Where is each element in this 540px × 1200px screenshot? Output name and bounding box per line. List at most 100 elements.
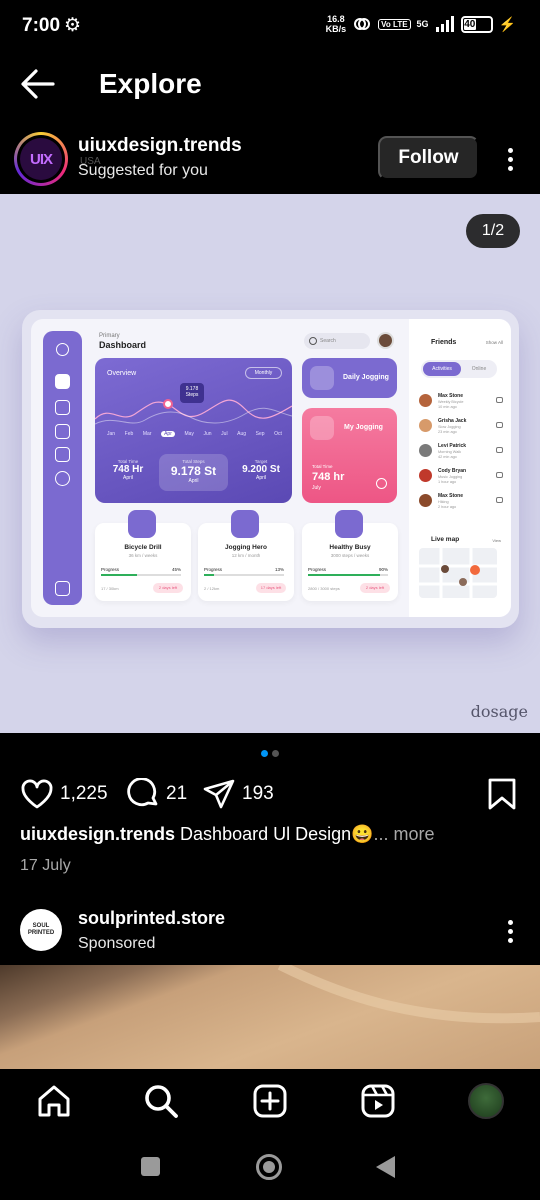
sponsored-label: Sponsored (78, 935, 156, 952)
battery-icon: 40 (460, 15, 493, 33)
send-icon[interactable] (202, 778, 236, 810)
back-arrow-icon[interactable] (20, 67, 56, 101)
progress-fill (101, 574, 137, 576)
home-icon[interactable] (36, 1083, 72, 1119)
recents-square-icon[interactable] (141, 1157, 160, 1176)
days-left-badge: 2 days left (153, 583, 183, 593)
activity-sub: 12 km / month (231, 553, 261, 558)
friend-time: 10 min ago (438, 405, 457, 409)
month-label: Sep (255, 431, 265, 437)
overview-label: Overview (107, 370, 137, 377)
live-map (419, 548, 497, 598)
activity-name: Jogging Hero (225, 544, 267, 551)
comment-icon[interactable] (126, 778, 160, 810)
story-avatar[interactable]: UIX (14, 132, 68, 186)
activity-icon (128, 510, 156, 538)
my-jogging-label: My Jogging (344, 424, 383, 431)
friend-row: Levi Patrick Morning Walk 42 min ago (419, 441, 503, 461)
runner-icon (310, 416, 334, 440)
days-left-badge: 17 days left (256, 583, 286, 593)
heart-icon[interactable] (20, 778, 54, 810)
tab-activities: Activities (423, 362, 461, 376)
avatar-ring-inner: UIX (17, 135, 65, 183)
friend-avatar (419, 444, 432, 457)
trend-icon (55, 447, 70, 462)
friends-title: Friends (431, 339, 457, 346)
post-username[interactable]: uiuxdesign.trends (78, 135, 242, 157)
progress-label: Progress (204, 567, 223, 572)
arrow-right-icon (376, 478, 387, 489)
post2-avatar[interactable]: SOUL PRINTED (20, 909, 62, 951)
progress-value: 45% (171, 567, 181, 572)
post2-header: SOUL PRINTED soulprinted.store Sponsored (0, 900, 540, 962)
create-icon[interactable] (252, 1083, 288, 1119)
like-action[interactable]: 1,225 (20, 778, 108, 810)
suggested-label: Suggested for you (78, 162, 208, 179)
home-circle-icon[interactable] (256, 1154, 282, 1180)
comment-action[interactable]: 21 (126, 778, 187, 810)
friend-status: Morning Walk 42 min ago (438, 450, 461, 460)
progress-value: 13% (274, 567, 284, 572)
post-actions: 1,225 21 193 (0, 774, 540, 814)
period-select: Monthly (245, 367, 282, 379)
daily-jogging-label: Daily Jogging (343, 374, 389, 381)
daily-jogging-card: Daily Jogging (302, 358, 397, 398)
friends-panel: Friends Show All Activities Online Max S… (409, 319, 511, 617)
friend-status: Slow Jogging 23 min ago (438, 425, 461, 435)
stat-value: 9.178 St (170, 464, 217, 478)
post2-username[interactable]: soulprinted.store (78, 908, 225, 929)
progress-value: 90% (378, 567, 388, 572)
month-label: Jun (203, 431, 212, 437)
activity-distance: 17 / 30km (101, 586, 119, 591)
activity-sub: 36 km / weeks (128, 553, 158, 558)
post-image[interactable]: 1/2 Primary Dashboard Search Overview Mo… (0, 194, 540, 733)
stat-label: Target (254, 459, 268, 464)
friend-name: Cody Bryan (438, 468, 467, 474)
carousel-dots (0, 750, 540, 757)
caption-more[interactable]: ... more (374, 824, 435, 844)
reels-icon[interactable] (360, 1083, 396, 1119)
friend-time: 42 min ago (438, 455, 457, 459)
friend-row: Max Stone Weekly Bicycle 10 min ago (419, 391, 503, 411)
comment-count: 21 (166, 783, 188, 804)
back-triangle-icon[interactable] (374, 1155, 396, 1179)
document-icon (55, 400, 70, 415)
friend-status: Music Jogging 1 hour ago (438, 475, 462, 485)
dashboard-crumb: Primary (99, 333, 120, 339)
progress-label: Progress (101, 567, 120, 572)
network-type: 5G (416, 19, 429, 29)
post2-image[interactable] (0, 965, 540, 1069)
see-all-link: Show All (485, 340, 503, 345)
my-jogging-value: 748 hr (312, 471, 345, 483)
month-label: Apr (161, 431, 175, 437)
tab-online: Online (471, 366, 487, 372)
chart-icon (55, 424, 70, 439)
activity-card: Bicycle Drill 36 km / weeks Progress 45% 17 … (95, 510, 191, 601)
clock: 7:00 (22, 15, 61, 36)
post-caption[interactable]: uiuxdesign.trends Dashboard Ul Design😀..… (20, 824, 435, 845)
follow-button[interactable]: Follow (378, 136, 479, 180)
more-options-icon[interactable] (506, 920, 514, 943)
caption-username[interactable]: uiuxdesign.trends (20, 824, 175, 844)
friend-time: 23 min ago (438, 430, 457, 434)
chat-icon (496, 497, 503, 503)
friend-status: Weekly Bicycle 10 min ago (438, 400, 463, 410)
my-jogging-stat-label: Total Time (312, 464, 333, 469)
month-label: Aug (237, 431, 247, 437)
month-label: Jan (107, 431, 116, 437)
share-action[interactable]: 193 (202, 778, 274, 810)
friend-name: Max Stone (438, 493, 464, 499)
home-icon (55, 374, 70, 389)
friend-avatar (419, 419, 432, 432)
bookmark-icon[interactable] (486, 777, 518, 811)
image-counter: 1/2 (466, 214, 520, 248)
bell-icon (56, 343, 69, 356)
friends-tabs: Activities Online (421, 360, 497, 378)
profile-avatar[interactable] (468, 1083, 504, 1119)
search-icon[interactable] (143, 1083, 179, 1119)
stat-month: April (122, 475, 133, 481)
network-speed-unit: KB/s (325, 24, 347, 34)
more-options-icon[interactable] (506, 148, 514, 171)
friend-avatar (419, 469, 432, 482)
volte-badge: Vo LTE (378, 18, 411, 30)
